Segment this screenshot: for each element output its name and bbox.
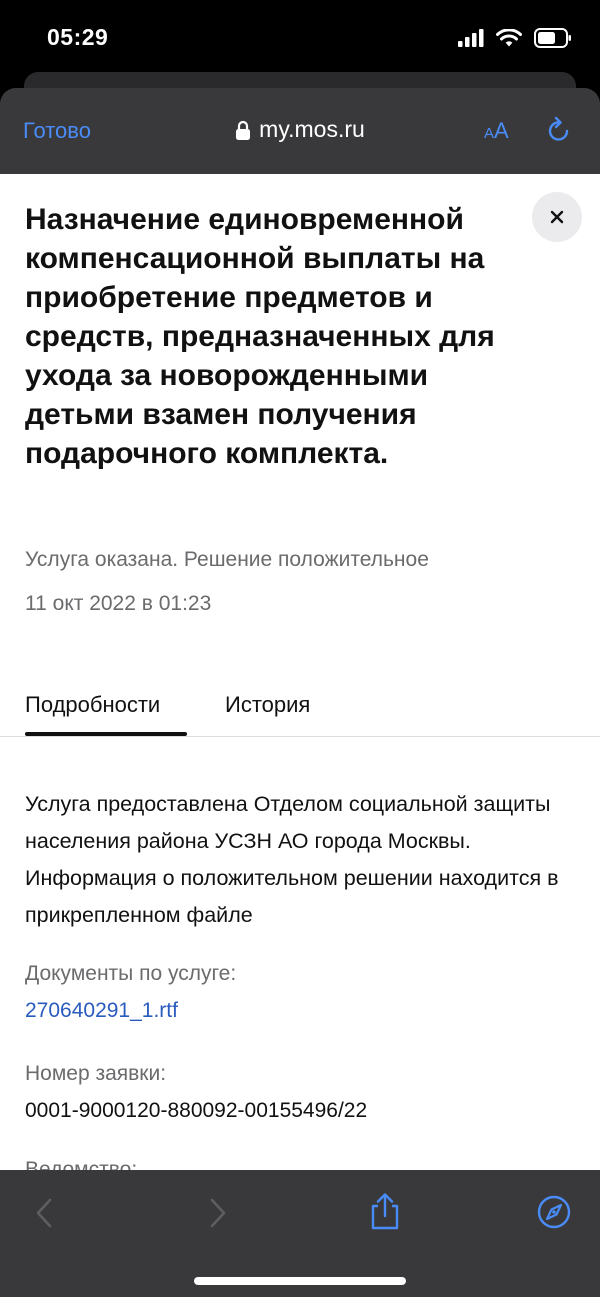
text-size-small-letter: A xyxy=(484,125,495,142)
status-time: 05:29 xyxy=(47,24,109,50)
service-date: 11 окт 2022 в 01:23 xyxy=(25,592,212,615)
address-bar[interactable]: my.mos.ru xyxy=(0,116,600,146)
page-content: Назначение единовременной компенсационно… xyxy=(0,174,600,1170)
active-tab-indicator xyxy=(25,732,187,736)
status-icons xyxy=(458,26,572,50)
back-icon[interactable] xyxy=(28,1196,62,1230)
browser-top-bar: Готово my.mos.ru AA xyxy=(0,88,600,174)
share-icon[interactable] xyxy=(367,1192,403,1230)
close-icon xyxy=(550,210,564,224)
forward-icon[interactable] xyxy=(200,1196,234,1230)
tab-details[interactable]: Подробности xyxy=(25,692,160,718)
tab-bar: Подробности История xyxy=(0,680,600,737)
document-link[interactable]: 270640291_1.rtf xyxy=(25,999,178,1023)
home-indicator[interactable] xyxy=(194,1277,406,1285)
close-button[interactable] xyxy=(532,192,582,242)
request-number: 0001-9000120-880092-00155496/22 xyxy=(25,1099,368,1122)
reload-icon[interactable] xyxy=(546,116,572,144)
lock-icon xyxy=(236,120,251,140)
service-description: Услуга предоставлена Отделом социальной … xyxy=(25,792,559,927)
compass-icon[interactable] xyxy=(536,1194,572,1230)
agency-label: Ведомство: xyxy=(25,1158,138,1170)
status-bar: 05:29 xyxy=(0,0,600,76)
signal-icon xyxy=(458,29,484,47)
url-text: my.mos.ru xyxy=(259,116,365,142)
request-number-label: Номер заявки: xyxy=(25,1062,167,1085)
text-size-button[interactable]: AA xyxy=(484,118,509,144)
tab-history[interactable]: История xyxy=(225,692,310,718)
wifi-icon xyxy=(496,28,522,46)
page-title: Назначение единовременной компенсационно… xyxy=(25,203,495,470)
battery-icon xyxy=(534,28,571,48)
service-status: Услуга оказана. Решение положительное xyxy=(25,548,429,571)
documents-label: Документы по услуге: xyxy=(25,962,237,985)
text-size-large-letter: A xyxy=(494,118,509,143)
